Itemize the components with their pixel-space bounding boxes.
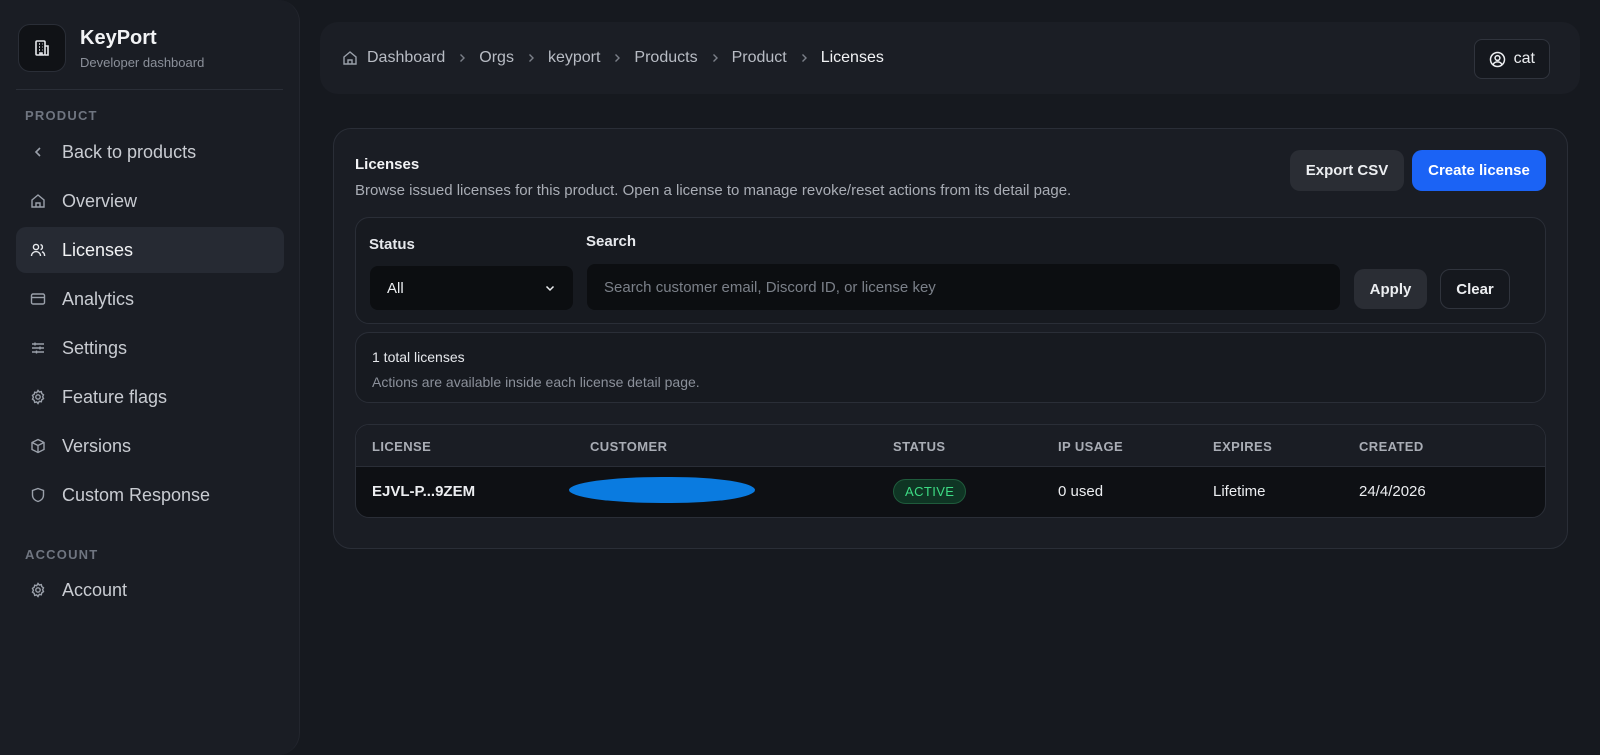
sidebar-item-label: Settings bbox=[62, 337, 128, 358]
users-icon bbox=[30, 242, 46, 258]
page-title: Licenses bbox=[355, 156, 420, 173]
column-status: STATUS bbox=[893, 439, 946, 454]
sidebar-item-label: Custom Response bbox=[62, 484, 211, 505]
home-icon bbox=[30, 193, 46, 209]
redacted-customer bbox=[569, 477, 755, 503]
sidebar-item-label: Account bbox=[62, 579, 128, 600]
sidebar-item-back-to-products[interactable]: Back to products bbox=[16, 129, 284, 175]
sidebar-item-overview[interactable]: Overview bbox=[16, 178, 284, 224]
column-created: CREATED bbox=[1359, 439, 1424, 454]
breadcrumb-orgs[interactable]: Orgs bbox=[479, 49, 514, 67]
created-date: 24/4/2026 bbox=[1359, 483, 1426, 500]
search-label: Search bbox=[586, 233, 637, 250]
create-license-button[interactable]: Create license bbox=[1412, 150, 1546, 191]
sidebar-item-label: Feature flags bbox=[62, 386, 168, 407]
sidebar-item-versions[interactable]: Versions bbox=[16, 423, 284, 469]
sliders-icon bbox=[30, 340, 46, 356]
building-icon bbox=[18, 24, 66, 72]
user-name: cat bbox=[1513, 50, 1535, 67]
column-expires: EXPIRES bbox=[1213, 439, 1273, 454]
chevron-right-icon bbox=[710, 53, 720, 63]
card-icon bbox=[30, 291, 46, 307]
brand[interactable]: KeyPort Developer dashboard bbox=[18, 24, 204, 72]
breadcrumb: Dashboard Orgs keyport Products Product … bbox=[342, 49, 884, 67]
column-license: LICENSE bbox=[372, 439, 432, 454]
breadcrumb-label: Dashboard bbox=[367, 49, 446, 66]
sidebar-item-label: Versions bbox=[62, 435, 132, 456]
breadcrumb-products[interactable]: Products bbox=[634, 49, 697, 67]
sidebar-item-label: Overview bbox=[62, 190, 138, 211]
gear-icon bbox=[30, 389, 46, 405]
brand-title: KeyPort bbox=[80, 26, 157, 49]
export-csv-button[interactable]: Export CSV bbox=[1290, 150, 1404, 191]
shield-icon bbox=[30, 487, 46, 503]
top-bar: Dashboard Orgs keyport Products Product … bbox=[320, 22, 1580, 94]
sidebar-item-licenses[interactable]: Licenses bbox=[16, 227, 284, 273]
sidebar-divider bbox=[16, 89, 283, 90]
section-label-product: PRODUCT bbox=[25, 108, 98, 123]
licenses-card: Licenses Browse issued licenses for this… bbox=[333, 128, 1568, 549]
clear-button[interactable]: Clear bbox=[1440, 269, 1510, 309]
ip-usage: 0 used bbox=[1058, 483, 1104, 500]
licenses-table: LICENSE CUSTOMER STATUS IP USAGE EXPIRES… bbox=[355, 424, 1546, 518]
sidebar-item-custom-response[interactable]: Custom Response bbox=[16, 472, 284, 518]
sidebar-item-analytics[interactable]: Analytics bbox=[16, 276, 284, 322]
chevron-down-icon bbox=[544, 281, 556, 298]
breadcrumb-org[interactable]: keyport bbox=[548, 49, 600, 67]
status-badge: ACTIVE bbox=[893, 479, 967, 504]
column-ip-usage: IP USAGE bbox=[1058, 439, 1124, 454]
filter-panel: Status Search All Apply Clear bbox=[355, 217, 1546, 324]
column-customer: CUSTOMER bbox=[590, 439, 668, 454]
sidebar-item-account[interactable]: Account bbox=[16, 567, 284, 613]
brand-subtitle: Developer dashboard bbox=[80, 54, 205, 70]
sidebar-item-label: Licenses bbox=[62, 239, 134, 260]
status-select-value: All bbox=[387, 279, 404, 297]
breadcrumb-current: Licenses bbox=[820, 49, 884, 66]
sidebar-item-settings[interactable]: Settings bbox=[16, 325, 284, 371]
box-icon bbox=[30, 438, 46, 454]
chevron-right-icon bbox=[526, 53, 536, 63]
sidebar-item-feature-flags[interactable]: Feature flags bbox=[16, 374, 284, 420]
chevron-right-icon bbox=[457, 53, 467, 63]
section-label-account: ACCOUNT bbox=[25, 547, 99, 562]
status-select[interactable]: All bbox=[370, 266, 573, 310]
status-filter-label: Status bbox=[369, 236, 415, 253]
user-menu-button[interactable]: cat bbox=[1473, 39, 1550, 79]
sidebar-item-label: Back to products bbox=[62, 141, 197, 162]
apply-button[interactable]: Apply bbox=[1354, 269, 1427, 309]
summary-note: Actions are available inside each licens… bbox=[372, 374, 700, 390]
chevron-right-icon bbox=[612, 53, 622, 63]
chevron-right-icon bbox=[799, 53, 809, 63]
summary-panel: 1 total licenses Actions are available i… bbox=[355, 332, 1546, 403]
expires: Lifetime bbox=[1213, 483, 1266, 500]
breadcrumb-dashboard[interactable]: Dashboard bbox=[342, 49, 445, 67]
chevron-left-icon bbox=[30, 144, 46, 160]
gear-icon bbox=[30, 582, 46, 598]
breadcrumb-product[interactable]: Product bbox=[732, 49, 787, 67]
table-header: LICENSE CUSTOMER STATUS IP USAGE EXPIRES… bbox=[356, 425, 1545, 467]
user-circle-icon bbox=[1489, 51, 1505, 67]
search-input[interactable] bbox=[587, 264, 1340, 310]
total-count: 1 total licenses bbox=[372, 349, 465, 365]
page-description: Browse issued licenses for this product.… bbox=[355, 182, 1072, 199]
license-key[interactable]: EJVL-P...9ZEM bbox=[372, 483, 475, 500]
sidebar-item-label: Analytics bbox=[62, 288, 135, 309]
sidebar: KeyPort Developer dashboard PRODUCT Back… bbox=[0, 0, 300, 755]
home-icon bbox=[343, 51, 357, 65]
app-root: KeyPort Developer dashboard PRODUCT Back… bbox=[0, 0, 1600, 755]
